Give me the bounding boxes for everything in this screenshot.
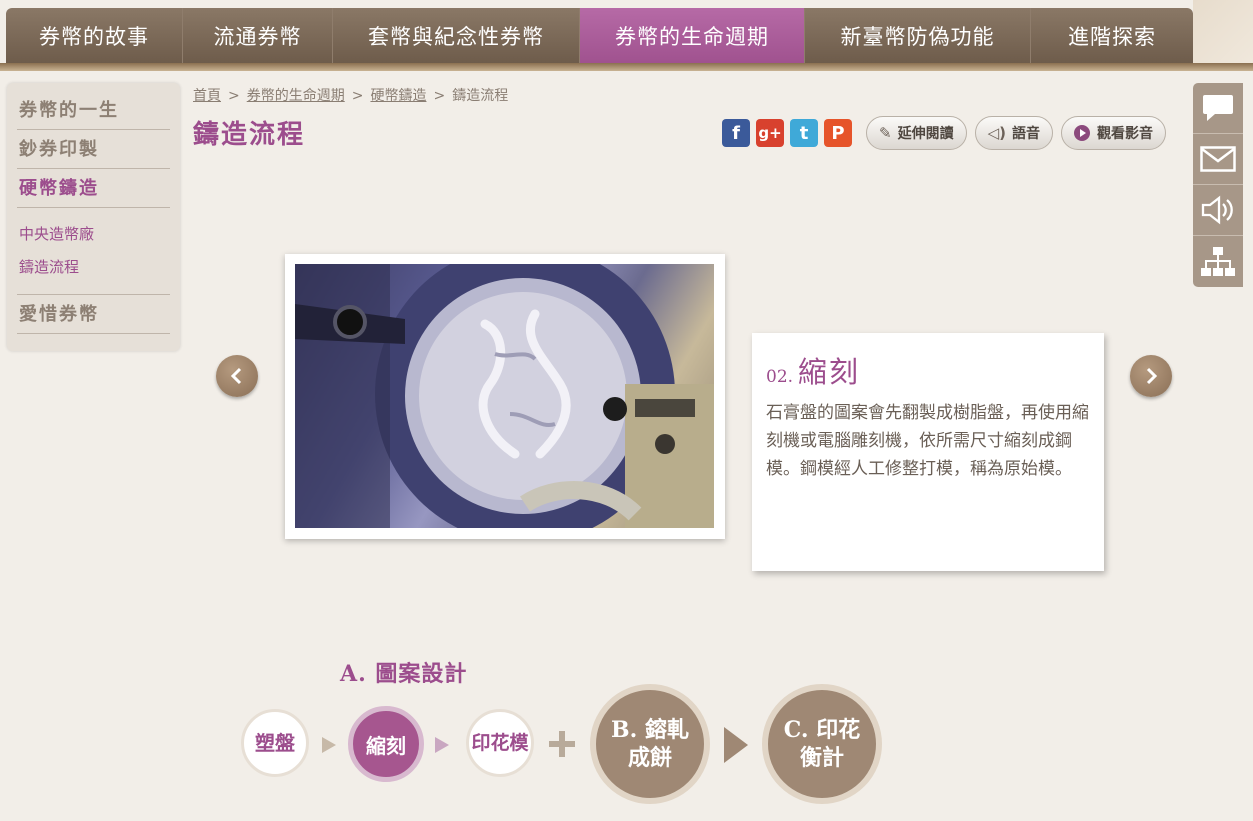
- sidebar: 券幣的一生 鈔券印製 硬幣鑄造 中央造幣廠 鑄造流程 愛惜券幣: [7, 83, 180, 351]
- slide-description-card: 02. 縮刻 石膏盤的圖案會先翻製成樹脂盤，再使用縮刻機或電腦雕刻機，依所需尺寸…: [752, 333, 1104, 571]
- slider-next-button[interactable]: [1130, 355, 1172, 397]
- sidebar-subitem-minting-process[interactable]: 鑄造流程: [17, 251, 170, 284]
- chat-icon[interactable]: [1193, 83, 1243, 134]
- breadcrumb-home-link[interactable]: 首頁: [193, 88, 221, 104]
- page-title: 鑄造流程: [193, 120, 306, 150]
- nav-tab-sets-commemorative[interactable]: 套幣與紀念性券幣: [333, 8, 580, 63]
- sidebar-subitem-central-mint[interactable]: 中央造幣廠: [17, 218, 170, 251]
- slide-step-number: 02.: [766, 367, 794, 387]
- play-icon: [1073, 125, 1090, 141]
- breadcrumb-separator: >: [351, 88, 364, 104]
- watch-video-label: 觀看影音: [1096, 126, 1153, 142]
- plus-icon: [549, 731, 575, 757]
- extended-reading-button[interactable]: ✎ 延伸閱讀: [866, 116, 967, 150]
- stage-b-melting-rolling[interactable]: B. 鎔軋 成餅: [590, 684, 710, 804]
- sidebar-item-banknote-printing[interactable]: 鈔券印製: [17, 130, 170, 169]
- breadcrumb-current: 鑄造流程: [452, 88, 509, 104]
- nav-tab-story[interactable]: 券幣的故事: [6, 8, 183, 63]
- nav-tab-circulating[interactable]: 流通券幣: [183, 8, 333, 63]
- toolbar: f g+ t P ✎ 延伸閱讀 ◁) 語音 觀看影音: [722, 116, 1166, 150]
- sidebar-subgroup: 中央造幣廠 鑄造流程: [17, 208, 170, 295]
- book-icon: ✎: [879, 124, 892, 142]
- step-arrow-icon: [435, 737, 449, 753]
- chevron-right-icon: [1146, 367, 1158, 385]
- stage-c-stamping-weighing[interactable]: C. 印花 衡計: [762, 684, 882, 804]
- breadcrumb-minting-link[interactable]: 硬幣鑄造: [370, 88, 426, 104]
- step-mold-plate[interactable]: 塑盤: [241, 709, 309, 777]
- voice-button[interactable]: ◁) 語音: [974, 116, 1053, 150]
- sidebar-item-cherish-currency[interactable]: 愛惜券幣: [17, 295, 170, 334]
- chevron-left-icon: [230, 367, 242, 385]
- voice-label: 語音: [1011, 126, 1040, 142]
- slide-photo-frame: [285, 254, 725, 539]
- mail-icon[interactable]: [1193, 134, 1243, 185]
- extended-reading-label: 延伸閱讀: [897, 126, 954, 142]
- facebook-share-icon[interactable]: f: [722, 119, 750, 147]
- breadcrumb-separator: >: [228, 88, 240, 104]
- header-divider: [0, 63, 1253, 71]
- breadcrumb-lifecycle-link[interactable]: 券幣的生命週期: [247, 88, 345, 104]
- stage-arrow-icon: [724, 727, 748, 763]
- twitter-share-icon[interactable]: t: [790, 119, 818, 147]
- breadcrumb: 首頁 > 券幣的生命週期 > 硬幣鑄造 > 鑄造流程: [193, 85, 508, 105]
- slider-prev-button[interactable]: [216, 355, 258, 397]
- stage-a-label: A. 圖案設計: [340, 661, 468, 687]
- step-arrow-icon: [322, 737, 336, 753]
- sidebar-item-coin-minting[interactable]: 硬幣鑄造: [17, 169, 170, 208]
- sitemap-icon[interactable]: [1193, 236, 1243, 287]
- nav-tab-anticounterfeit[interactable]: 新臺幣防偽功能: [805, 8, 1031, 63]
- nav-tab-advanced[interactable]: 進階探索: [1031, 8, 1193, 63]
- step-reduction-engraving[interactable]: 縮刻: [348, 706, 424, 782]
- main-nav: 券幣的故事 流通券幣 套幣與紀念性券幣 券幣的生命週期 新臺幣防偽功能 進階探索: [6, 8, 1193, 63]
- floating-toolbar: [1193, 83, 1243, 287]
- breadcrumb-separator: >: [433, 88, 446, 104]
- header-decoration: [1193, 0, 1253, 63]
- nav-tab-lifecycle[interactable]: 券幣的生命週期: [580, 8, 805, 63]
- speaker-icon[interactable]: [1193, 185, 1243, 236]
- engraving-machine-photo: [295, 264, 714, 528]
- speaker-icon: ◁): [987, 124, 1006, 142]
- slide-step-description: 石膏盤的圖案會先翻製成樹脂盤，再使用縮刻機或電腦雕刻機，依所需尺寸縮刻成鋼模。鋼…: [766, 403, 1089, 479]
- plurk-share-icon[interactable]: P: [824, 119, 852, 147]
- sidebar-item-coin-life[interactable]: 券幣的一生: [17, 91, 170, 130]
- slide-step-title: 縮刻: [798, 355, 861, 389]
- googleplus-share-icon[interactable]: g+: [756, 119, 784, 147]
- step-die-mold[interactable]: 印花模: [466, 709, 534, 777]
- watch-video-button[interactable]: 觀看影音: [1060, 116, 1166, 150]
